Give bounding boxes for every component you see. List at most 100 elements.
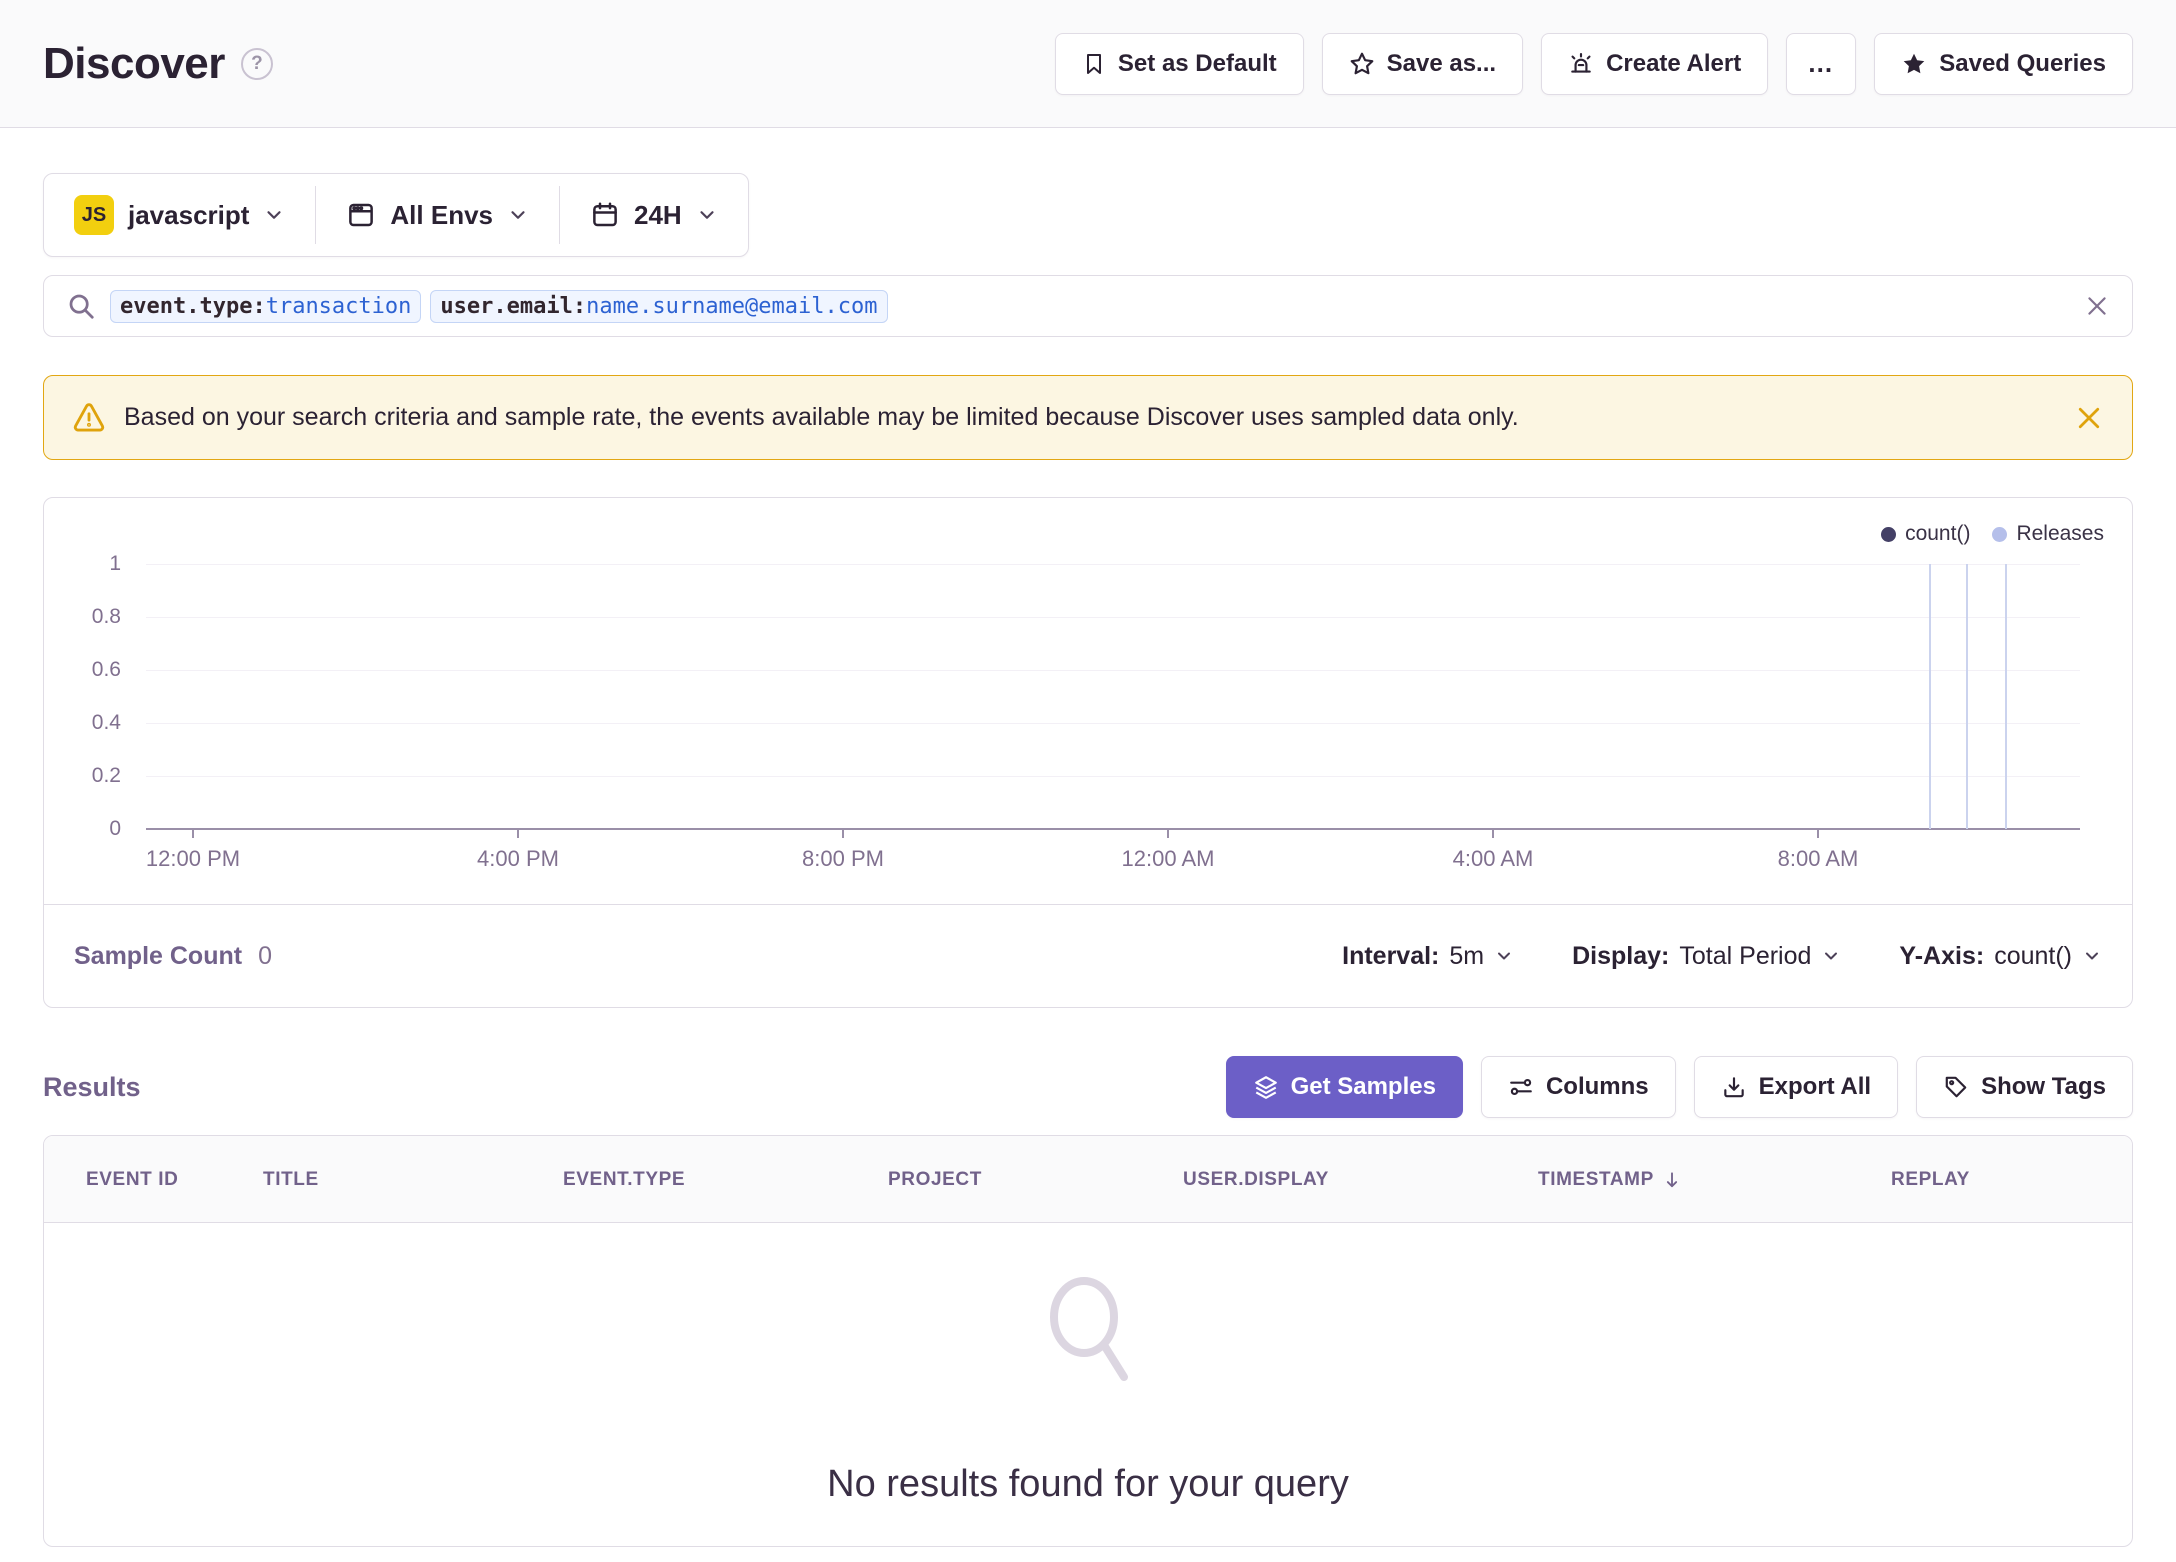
token-key: user.email: xyxy=(440,293,587,319)
column-label: EVENT ID xyxy=(86,1168,179,1190)
chevron-down-icon xyxy=(507,204,529,226)
star-outline-icon xyxy=(1349,51,1375,77)
gridline xyxy=(146,564,2080,565)
ellipsis-icon: … xyxy=(1807,48,1836,78)
search-bar[interactable]: event.type: transaction user.email: name.s… xyxy=(43,275,2133,337)
events-chart-card: count() Releases 1 0.8 0.6 0.4 0.2 0 12:… xyxy=(43,497,2133,1008)
create-alert-button[interactable]: Create Alert xyxy=(1541,32,1769,95)
gridline xyxy=(146,670,2080,671)
y-axis-tick-label: 0.4 xyxy=(91,711,121,734)
bookmark-icon xyxy=(1082,52,1106,76)
column-header-timestamp[interactable]: TIMESTAMP xyxy=(1538,1136,1682,1223)
sample-count-value: 0 xyxy=(258,941,272,970)
button-label: Saved Queries xyxy=(1939,49,2106,77)
button-label: Set as Default xyxy=(1117,49,1277,77)
environment-filter-dropdown[interactable]: All Envs xyxy=(316,174,559,256)
events-chart: count() Releases 1 0.8 0.6 0.4 0.2 0 12:… xyxy=(44,498,2132,906)
x-axis-tick-label: 12:00 PM xyxy=(145,846,241,871)
button-label: Get Samples xyxy=(1290,1073,1436,1100)
chart-plot-area xyxy=(146,564,2080,830)
warning-text: Based on your search criteria and sample… xyxy=(124,403,1519,431)
column-header-user-display[interactable]: USER.DISPLAY xyxy=(1183,1136,1329,1223)
tag-icon xyxy=(1943,1074,1969,1100)
get-samples-button[interactable]: Get Samples xyxy=(1225,1056,1463,1118)
y-axis-tick-label: 0.6 xyxy=(91,658,121,681)
release-marker-line xyxy=(1929,564,1932,829)
chevron-down-icon xyxy=(1821,946,1841,966)
column-header-title[interactable]: TITLE xyxy=(263,1136,319,1223)
table-header-row: EVENT ID TITLE EVENT.TYPE PROJECT USER.D… xyxy=(44,1136,2132,1223)
results-toolbar: Results Get Samples Columns Export All S… xyxy=(43,1056,2133,1118)
search-query-input[interactable]: event.type: transaction user.email: name.s… xyxy=(110,289,2070,323)
x-axis-tick-label: 4:00 PM xyxy=(477,846,559,871)
button-label: Columns xyxy=(1545,1073,1649,1100)
interval-dropdown[interactable]: Interval: 5m xyxy=(1342,942,1514,971)
x-axis-tick-label: 8:00 PM xyxy=(802,846,884,871)
button-label: Show Tags xyxy=(1981,1073,2106,1100)
token-key: event.type: xyxy=(120,293,266,319)
column-header-replay[interactable]: REPLAY xyxy=(1891,1136,1970,1223)
legend-label: Releases xyxy=(2016,522,2104,545)
column-label: USER.DISPLAY xyxy=(1183,1168,1329,1190)
download-icon xyxy=(1721,1074,1747,1100)
legend-item-releases[interactable]: Releases xyxy=(1992,522,2104,546)
release-marker-line xyxy=(2004,564,2007,829)
clear-search-icon[interactable] xyxy=(2084,293,2110,319)
x-axis-tick xyxy=(1817,829,1819,838)
y-axis-tick-label: 0.2 xyxy=(91,764,121,787)
warning-triangle-icon xyxy=(72,401,106,435)
legend-item-count[interactable]: count() xyxy=(1881,522,1970,546)
discover-page: Discover ? Set as Default Save as... Cre… xyxy=(0,0,2176,1562)
x-axis-tick xyxy=(517,829,519,838)
more-options-button[interactable]: … xyxy=(1786,32,1857,95)
sample-count: Sample Count 0 xyxy=(74,942,272,971)
search-icon xyxy=(66,291,96,321)
chevron-down-icon xyxy=(1494,946,1514,966)
filter-bar: JS javascript All Envs 24H xyxy=(43,173,749,257)
page-title: Discover xyxy=(43,38,225,88)
set-as-default-button[interactable]: Set as Default xyxy=(1054,32,1304,95)
search-token-event-type[interactable]: event.type: transaction xyxy=(110,289,422,323)
y-axis-tick-label: 0 xyxy=(109,817,121,840)
chart-footer: Sample Count 0 Interval: 5m Display: Tot… xyxy=(44,904,2132,1007)
chart-controls: Interval: 5m Display: Total Period Y-Axi… xyxy=(1342,942,2102,971)
star-filled-icon xyxy=(1901,51,1927,77)
time-range-dropdown[interactable]: 24H xyxy=(560,174,748,256)
javascript-project-icon: JS xyxy=(74,195,114,235)
sliders-icon xyxy=(1508,1074,1534,1100)
gridline xyxy=(146,776,2080,777)
control-value: count() xyxy=(1994,941,2072,970)
dismiss-warning-icon[interactable] xyxy=(2074,403,2104,433)
sampled-data-warning-banner: Based on your search criteria and sample… xyxy=(43,375,2133,460)
button-label: Export All xyxy=(1758,1073,1872,1100)
results-actions: Get Samples Columns Export All Show Tags xyxy=(1225,1056,2133,1118)
button-label: Create Alert xyxy=(1606,49,1742,77)
control-value: Total Period xyxy=(1679,941,1812,970)
alert-siren-icon xyxy=(1568,51,1594,77)
results-table: EVENT ID TITLE EVENT.TYPE PROJECT USER.D… xyxy=(43,1135,2133,1547)
column-header-project[interactable]: PROJECT xyxy=(888,1136,982,1223)
column-label: REPLAY xyxy=(1891,1168,1970,1190)
project-filter-dropdown[interactable]: JS javascript xyxy=(44,174,315,256)
time-range-label: 24H xyxy=(634,199,682,230)
display-dropdown[interactable]: Display: Total Period xyxy=(1572,942,1841,971)
show-tags-button[interactable]: Show Tags xyxy=(1916,1056,2133,1118)
calendar-icon xyxy=(590,200,620,230)
column-label: TIMESTAMP xyxy=(1538,1168,1654,1190)
save-as-button[interactable]: Save as... xyxy=(1321,32,1524,95)
column-label: PROJECT xyxy=(888,1168,982,1190)
columns-button[interactable]: Columns xyxy=(1480,1056,1676,1118)
token-value: name.surname@email.com xyxy=(586,293,878,319)
gridline xyxy=(146,723,2080,724)
help-icon[interactable]: ? xyxy=(240,47,273,80)
search-token-user-email[interactable]: user.email: name.surname@email.com xyxy=(430,289,888,323)
column-header-event-id[interactable]: EVENT ID xyxy=(86,1136,178,1223)
release-marker-line xyxy=(1965,564,1968,829)
legend-label: count() xyxy=(1905,522,1971,545)
saved-queries-button[interactable]: Saved Queries xyxy=(1874,32,2133,95)
count-series-dot-icon xyxy=(1881,526,1897,542)
layers-icon xyxy=(1253,1074,1279,1100)
y-axis-dropdown[interactable]: Y-Axis: count() xyxy=(1899,942,2102,971)
export-all-button[interactable]: Export All xyxy=(1693,1056,1899,1118)
column-header-event-type[interactable]: EVENT.TYPE xyxy=(563,1136,685,1223)
